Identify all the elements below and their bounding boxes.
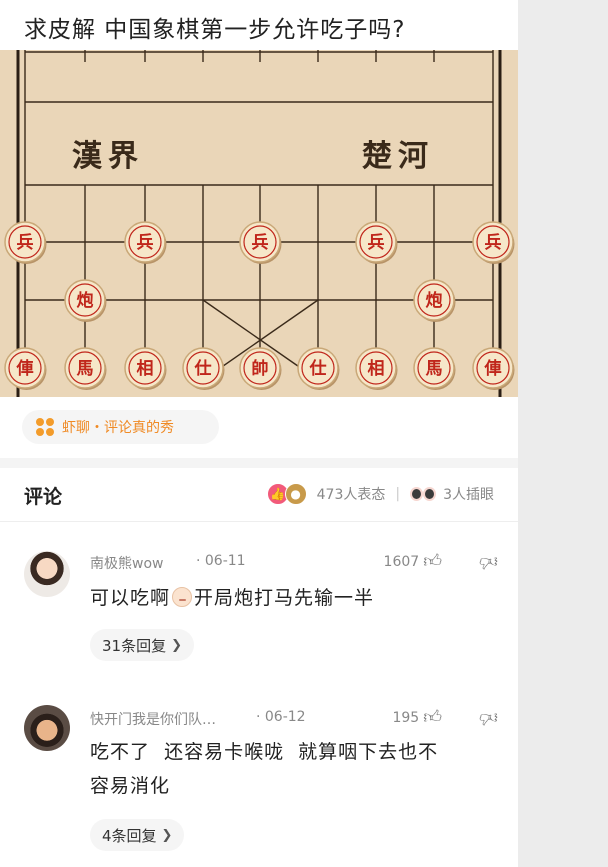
svg-text:炮: 炮 (426, 290, 443, 311)
svg-text:兵: 兵 (17, 232, 34, 253)
topic-tag[interactable]: 虾聊・评论真的秀 (22, 410, 219, 444)
comments-header: 评论 👍 ● 473人表态 | 3人插眼 (0, 468, 518, 522)
thumbs-down-icon[interactable]: 👍︎ (479, 551, 498, 573)
comment-text: 可以吃啊 开局炮打马先输一半 (90, 581, 374, 615)
svg-text:相: 相 (368, 358, 385, 379)
comment-date: · 06-11 (196, 553, 246, 569)
svg-text:仕: 仕 (194, 358, 212, 379)
like-button[interactable]: 195 👍︎ (392, 709, 442, 727)
comment-text-line: 容易消化 (90, 775, 171, 797)
avatar[interactable] (24, 705, 70, 751)
thumbs-down-icon[interactable]: 👍︎ (479, 707, 498, 729)
svg-text:相: 相 (137, 358, 154, 379)
svg-text:兵: 兵 (485, 232, 502, 253)
post-image-xiangqi-board[interactable]: 漢界 楚河兵 兵 兵 兵 兵炮 炮俥 馬 相 仕 帥 仕 相 馬 俥 (0, 50, 518, 397)
eyes-icon (410, 484, 438, 504)
svg-text:俥: 俥 (484, 358, 502, 379)
like-count: 195 (392, 710, 420, 726)
reaction-emojis: 👍 ● (266, 482, 311, 506)
comment-meta: 南极熊wow · 06-11 1607 👍︎ 👍︎ (90, 551, 498, 575)
like-button[interactable]: 1607 👍︎ (384, 553, 442, 571)
reply-count: 31条回复 (102, 636, 167, 655)
chevron-right-icon: ❯ (171, 637, 182, 653)
comment-author[interactable]: 南极熊wow (90, 553, 163, 573)
views-count: 3人插眼 (443, 487, 494, 503)
comment-text-part: 开局炮打马先输一半 (194, 587, 375, 609)
svg-text:馬: 馬 (77, 359, 94, 379)
xiangqi-board-svg: 漢界 楚河兵 兵 兵 兵 兵炮 炮俥 馬 相 仕 帥 仕 相 馬 俥 (0, 50, 518, 397)
header-separator: | (395, 486, 401, 502)
thumbs-up-icon: 👍︎ (423, 707, 442, 728)
comments-title: 评论 (24, 486, 63, 508)
post-title: 求皮解 中国象棋第一步允许吃子吗? (24, 17, 406, 43)
comment-meta: 快开门我是你们队… · 06-12 195 👍︎ 👍︎ (90, 707, 498, 731)
post-page: 求皮解 中国象棋第一步允许吃子吗? 漢界 楚河兵 兵 兵 兵 兵炮 炮俥 馬 相 仕 帥 仕 相 馬 俥 虾… (0, 0, 518, 867)
avatar[interactable] (24, 551, 70, 597)
comment-text-part: 可以吃啊 (90, 587, 171, 609)
view-replies-button[interactable]: 4条回复 ❯ (90, 819, 185, 851)
doge-emoji-icon: ● (284, 483, 307, 505)
svg-text:兵: 兵 (252, 232, 269, 253)
reaction-summary[interactable]: 👍 ● 473人表态 | 3人插眼 (266, 482, 494, 506)
svg-text:俥: 俥 (16, 358, 34, 379)
reactions-count: 473人表态 (316, 487, 386, 503)
chevron-right-icon: ❯ (161, 827, 173, 843)
river-label-left: 漢界 (72, 139, 144, 174)
comment-date: · 06-12 (256, 709, 306, 725)
comment-text: 吃不了 还容易卡喉咙 就算咽下去也不 容易消化 (90, 735, 438, 803)
thumbs-up-icon: 👍︎ (423, 551, 442, 572)
like-count: 1607 (383, 554, 420, 570)
svg-text:炮: 炮 (77, 290, 94, 311)
svg-text:馬: 馬 (426, 359, 443, 379)
topic-tag-label: 虾聊・评论真的秀 (62, 420, 174, 436)
view-replies-button[interactable]: 31条回复 ❯ (90, 629, 194, 661)
comment-text-line: 吃不了 还容易卡喉咙 就算咽下去也不 (90, 741, 439, 763)
sly-face-emoji-icon (172, 587, 193, 607)
section-divider (0, 458, 518, 468)
svg-text:仕: 仕 (309, 358, 327, 379)
svg-text:帥: 帥 (252, 358, 269, 379)
clover-icon (36, 418, 54, 436)
comment-author[interactable]: 快开门我是你们队… (90, 709, 216, 729)
river-label-right: 楚河 (362, 139, 434, 174)
svg-text:兵: 兵 (137, 232, 154, 253)
svg-text:兵: 兵 (368, 232, 385, 253)
reply-count: 4条回复 (102, 826, 157, 845)
